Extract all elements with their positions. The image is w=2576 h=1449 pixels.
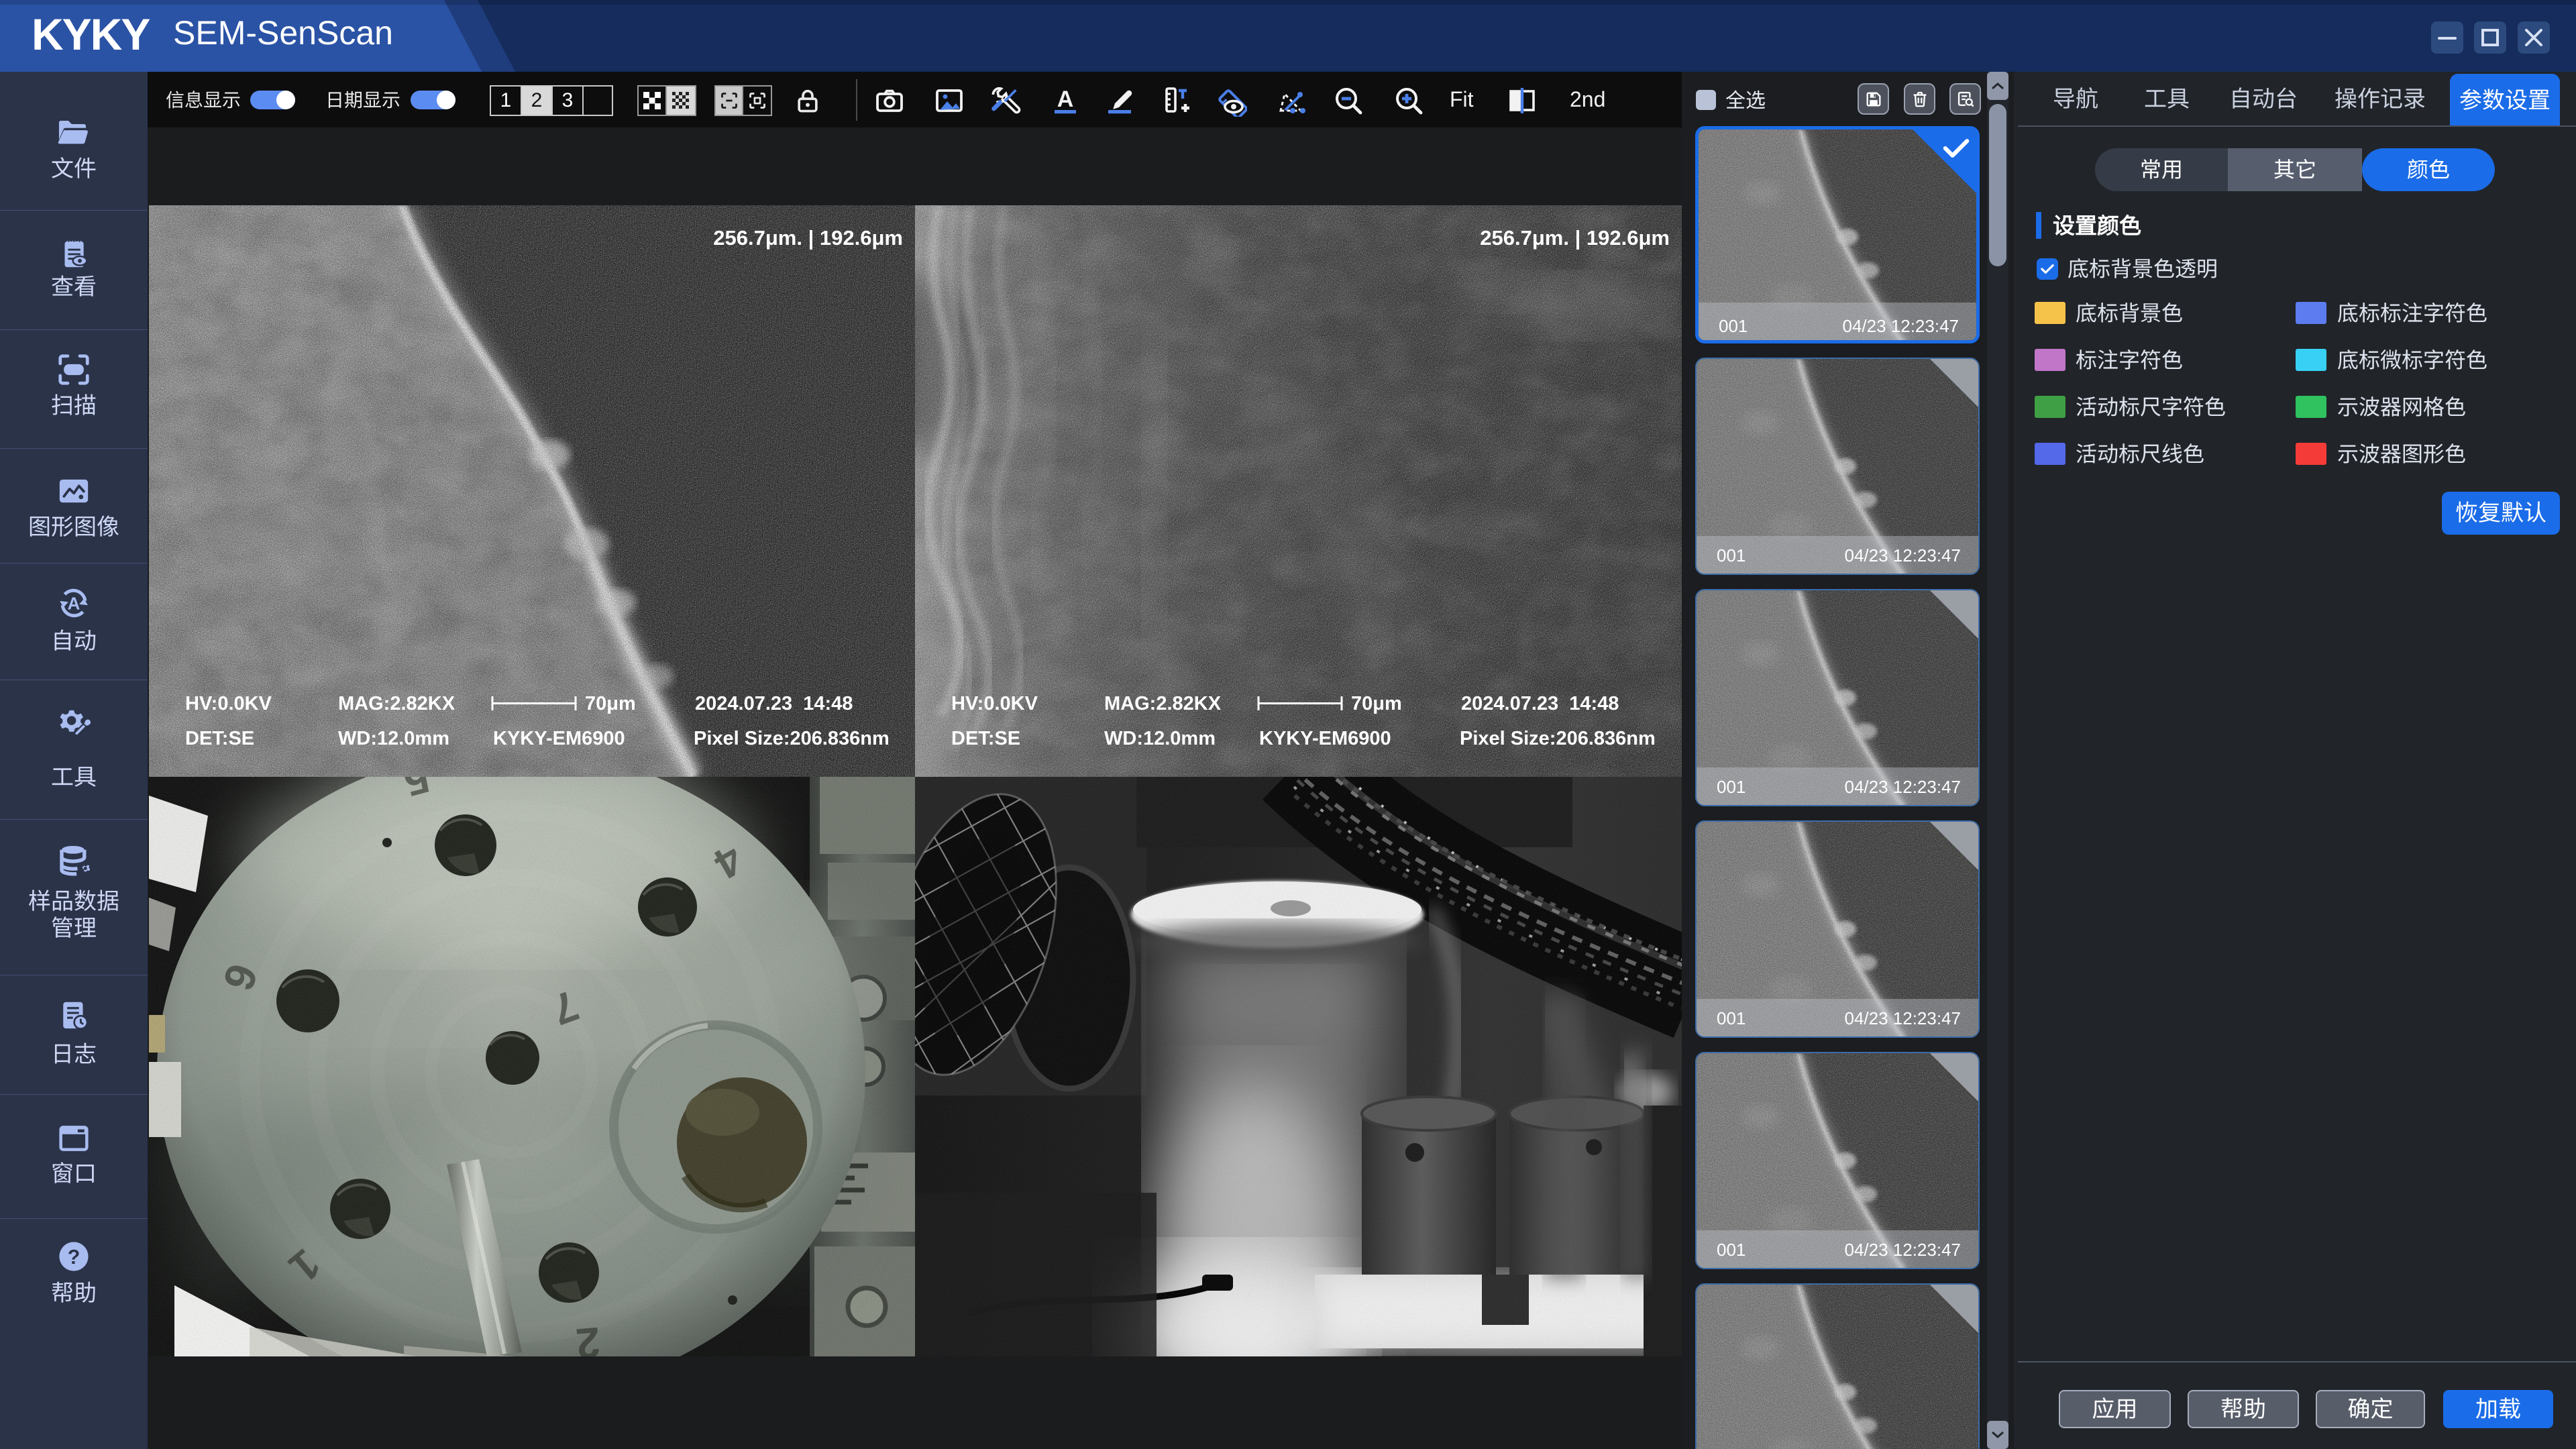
svg-text:A: A: [1057, 87, 1074, 112]
svg-text:A: A: [68, 594, 80, 613]
svg-text:?: ?: [68, 1246, 80, 1269]
